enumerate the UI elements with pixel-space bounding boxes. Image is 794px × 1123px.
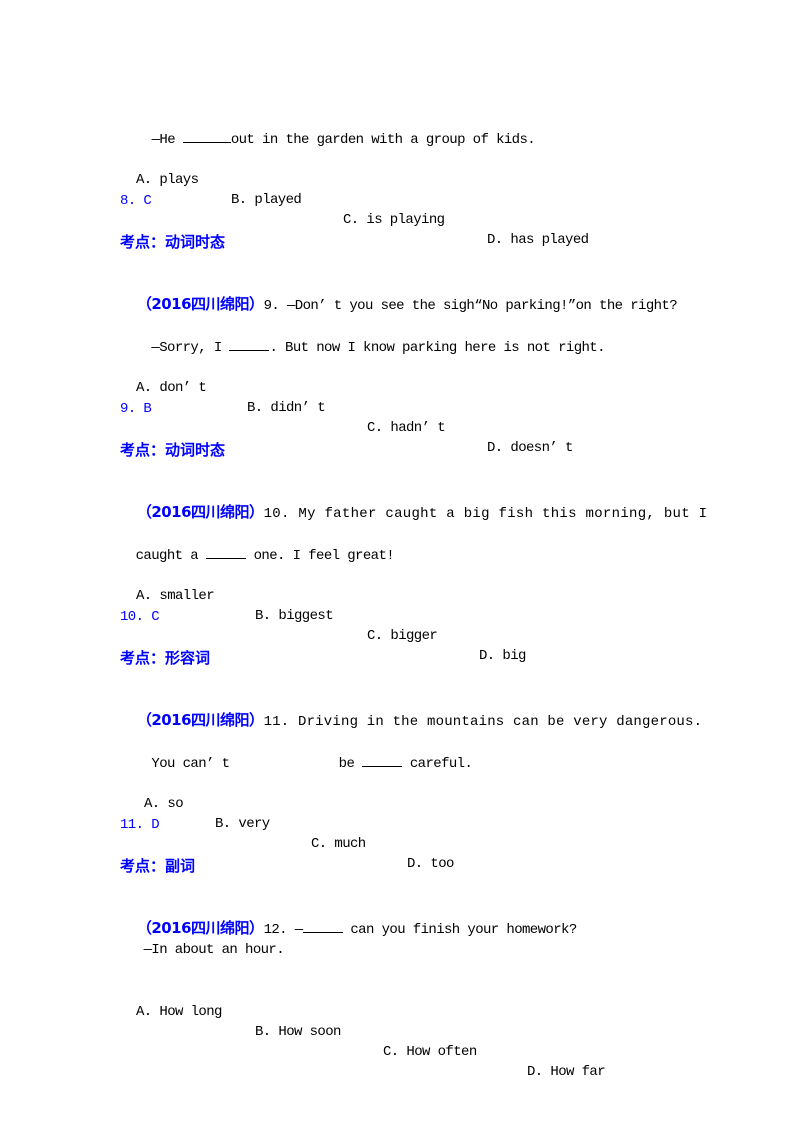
q11-topic: 考点：副词 — [120, 857, 196, 875]
q9-option-a: A. don’ t — [136, 380, 207, 396]
q9-reply-line: —Sorry, I . But now I know parking here … — [128, 316, 605, 356]
q12-options: A. How long B. How soon C. How often D. … — [136, 982, 606, 1080]
q11-stem2-prefix: You can’ t be — [143, 756, 363, 772]
q8-dialog-suffix: out in the garden with a group of kids. — [230, 132, 536, 148]
q10-answer: 10. C — [120, 609, 160, 625]
q11-option-a: A. so — [144, 796, 184, 812]
q11-stem-line-2: You can’ t be careful. — [128, 732, 472, 772]
q12-stem-line: （2016四川绵阳）12. — can you finish your home… — [120, 898, 577, 938]
q8-option-b: B. played — [231, 192, 302, 208]
q10-option-c: C. bigger — [367, 628, 438, 644]
q10-stem-line: （2016四川绵阳）10. My father caught a big fis… — [120, 482, 707, 522]
q11-source-tag: （2016四川绵阳） — [136, 711, 264, 729]
q10-source-tag: （2016四川绵阳） — [136, 503, 264, 521]
q11-options: A. so B. very C. much D. too — [144, 774, 454, 872]
q12-stem-suffix: can you finish your homework? — [342, 922, 577, 938]
q8-dialog-line: —He out in the garden with a group of ki… — [136, 108, 536, 148]
q10-option-a: A. smaller — [136, 588, 215, 604]
q10-topic: 考点：形容词 — [120, 649, 211, 667]
q12-source-tag: （2016四川绵阳） — [136, 919, 264, 937]
q9-stem-line: （2016四川绵阳）9. —Don’ t you see the sigh“No… — [120, 274, 678, 314]
q8-option-a: A. plays — [136, 172, 199, 188]
q11-blank — [362, 752, 403, 767]
q11-answer: 11. D — [120, 817, 160, 833]
q8-option-d: D. has played — [487, 232, 589, 248]
q10-stem2-prefix: caught a — [135, 548, 206, 564]
q9-options: A. don’ t B. didn’ t C. hadn’ t D. doesn… — [136, 358, 573, 456]
q9-reply-suffix: . But now I know parking here is not rig… — [269, 340, 605, 356]
q9-topic: 考点：动词时态 — [120, 441, 226, 459]
q12-option-a: A. How long — [136, 1004, 222, 1020]
q10-stem: 10. My father caught a big fish this mor… — [263, 506, 708, 522]
q9-answer: 9. B — [120, 401, 152, 417]
q12-reply: —In about an hour. — [128, 942, 285, 958]
q12-option-b: B. How soon — [255, 1024, 341, 1040]
q12-option-c: C. How often — [383, 1044, 477, 1060]
q9-stem: 9. —Don’ t you see the sigh“No parking!”… — [263, 298, 678, 314]
q10-option-b: B. biggest — [255, 608, 334, 624]
q10-option-d: D. big — [479, 648, 526, 664]
q11-stem: 11. Driving in the mountains can be very… — [263, 714, 703, 730]
q8-answer: 8. C — [120, 193, 152, 209]
q9-reply-prefix: —Sorry, I — [143, 340, 230, 356]
q10-options: A. smaller B. biggest C. bigger D. big — [136, 566, 526, 664]
q11-option-c: C. much — [311, 836, 366, 852]
q8-option-c: C. is playing — [343, 212, 445, 228]
q9-source-tag: （2016四川绵阳） — [136, 295, 264, 313]
q11-stem2-suffix: careful. — [402, 756, 473, 772]
q10-stem2-suffix: one. I feel great! — [245, 548, 395, 564]
q12-stem-prefix: 12. — — [263, 922, 304, 938]
q8-dialog-prefix: —He — [151, 132, 183, 148]
q12-blank — [302, 918, 343, 933]
q9-option-c: C. hadn’ t — [367, 420, 446, 436]
q9-option-d: D. doesn’ t — [487, 440, 573, 456]
q8-options: A. plays B. played C. is playing D. has … — [136, 150, 589, 248]
q10-stem-line-2: caught a one. I feel great! — [120, 524, 395, 564]
q12-option-d: D. How far — [527, 1064, 606, 1080]
q9-blank — [229, 336, 270, 351]
q11-option-b: B. very — [215, 816, 270, 832]
q8-topic: 考点：动词时态 — [120, 233, 226, 251]
q11-option-d: D. too — [407, 856, 454, 872]
q11-stem-line: （2016四川绵阳）11. Driving in the mountains c… — [120, 690, 702, 730]
q8-blank — [182, 128, 231, 143]
q9-option-b: B. didn’ t — [247, 400, 326, 416]
q10-blank — [205, 544, 246, 559]
